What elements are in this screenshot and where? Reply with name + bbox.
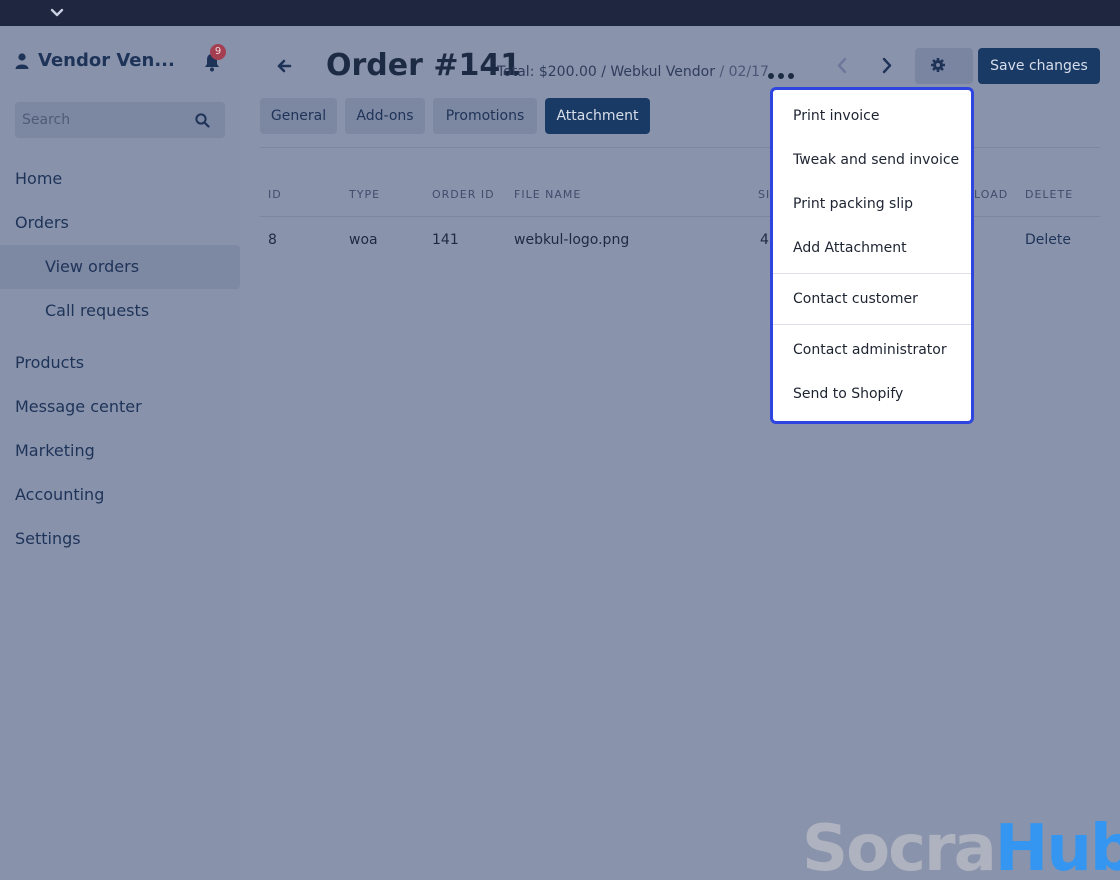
nav-view-orders[interactable]: View orders [0,245,240,289]
chevron-down-icon[interactable] [49,6,65,20]
nav-accounting[interactable]: Accounting [15,485,104,504]
nav-message-center[interactable]: Message center [15,397,142,416]
column-header-id: ID [268,188,282,201]
column-header-download: LOAD [974,188,1009,201]
menu-separator [773,273,971,274]
column-header-file-name: FILE NAME [514,188,582,201]
search-box [15,102,225,138]
menu-item-print-invoice[interactable]: Print invoice [793,108,879,124]
search-icon[interactable] [195,113,210,128]
notification-badge: 9 [210,44,226,60]
column-header-size: SI [758,188,771,201]
menu-item-contact-customer[interactable]: Contact customer [793,291,918,307]
nav-marketing[interactable]: Marketing [15,441,95,460]
search-input[interactable] [15,102,190,138]
nav-home[interactable]: Home [15,169,62,188]
user-icon [15,53,29,69]
menu-item-tweak-send-invoice[interactable]: Tweak and send invoice [793,152,959,168]
menu-item-add-attachment[interactable]: Add Attachment [793,240,907,256]
settings-dropdown-button[interactable] [915,48,973,84]
cell-id: 8 [268,232,277,248]
top-bar [0,0,1120,26]
nav-call-requests-label: Call requests [45,301,150,320]
watermark-part2: Hub [994,812,1120,880]
chevron-right-icon [882,57,892,74]
main-content [240,26,1120,880]
back-arrow-icon[interactable] [276,58,292,74]
nav-view-orders-label: View orders [45,257,140,276]
next-order-button[interactable] [866,48,906,83]
table-header-divider [260,216,1100,217]
column-header-type: TYPE [349,188,381,201]
nav-products[interactable]: Products [15,353,84,372]
tab-promotions[interactable]: Promotions [433,98,537,134]
gear-icon [931,58,945,72]
menu-separator [773,324,971,325]
column-header-delete: DELETE [1025,188,1074,201]
delete-link[interactable]: Delete [1025,232,1071,248]
cell-type: woa [349,232,378,248]
tabs-divider [260,147,1100,148]
tab-add-ons[interactable]: Add-ons [345,98,425,134]
column-header-order-id: ORDER ID [432,188,495,201]
vendor-name[interactable]: Vendor Ven... [38,50,175,71]
cell-order-id: 141 [432,232,459,248]
menu-item-send-to-shopify[interactable]: Send to Shopify [793,386,903,402]
order-subtitle: Total: $200.00 / Webkul Vendor / 02/17 [497,64,769,80]
save-changes-button[interactable]: Save changes [978,48,1100,84]
more-icon[interactable] [767,72,797,80]
nav-settings[interactable]: Settings [15,529,81,548]
page-title: Order #141 [326,48,522,83]
watermark-logo: SocraHub [802,812,1120,880]
nav-orders[interactable]: Orders [15,213,69,232]
nav-call-requests[interactable]: Call requests [0,289,240,333]
menu-item-print-packing-slip[interactable]: Print packing slip [793,196,913,212]
vendor-menu[interactable]: Vendor Ven... 9 [15,44,226,74]
watermark-part1: Socra [802,812,997,880]
order-total-vendor: Total: $200.00 / Webkul Vendor [497,64,715,80]
order-date: / 02/17 [719,64,769,80]
menu-item-contact-administrator[interactable]: Contact administrator [793,342,947,358]
tab-attachment[interactable]: Attachment [545,98,650,134]
cell-file-name: webkul-logo.png [514,232,630,248]
tab-general[interactable]: General [260,98,337,134]
previous-order-button[interactable] [822,48,862,83]
chevron-left-icon [837,57,847,74]
cell-size: 4 [760,232,769,248]
order-actions-dropdown: Print invoice Tweak and send invoice Pri… [770,87,974,424]
